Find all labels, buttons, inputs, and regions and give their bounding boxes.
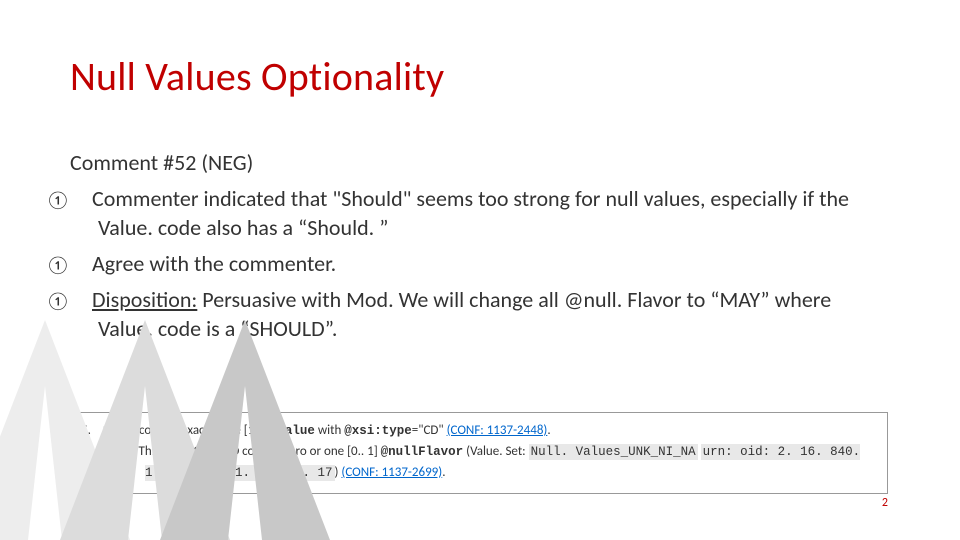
list-letter: a. [119, 444, 129, 459]
slide-title: Null Values Optionality [70, 52, 444, 101]
conf-link[interactable]: (CONF: 1137-2699) [341, 465, 442, 480]
text: contain exactly one [1.. 1] [136, 423, 277, 438]
text: ="CD" [412, 423, 447, 438]
bullet-text: Commenter indicated that "Should" seems … [92, 185, 849, 242]
conformance-row: 5. SHALL contain exactly one [1.. 1] valu… [81, 421, 877, 442]
value-set-name: Null. Values_UNK_NI_NA [529, 444, 698, 460]
conformance-row: a. This value SHOULD contain zero or one … [81, 442, 877, 484]
conformance-box: 5. SHALL contain exactly one [1.. 1] valu… [70, 412, 888, 494]
disposition-text: Persuasive with Mod. We will change all … [98, 286, 831, 343]
text: (Value. Set: [463, 444, 528, 459]
slide: Null Values Optionality Comment #52 (NEG… [0, 0, 960, 540]
code-token: @nullFlavor [381, 445, 464, 459]
keyword-should: SHOULD [194, 444, 239, 459]
slide-body: Comment #52 (NEG) ①Commenter indicated t… [70, 148, 890, 350]
code-token: @xsi:type [344, 424, 412, 438]
bullet-glyph-icon: ① [72, 289, 92, 313]
bullet-item: ①Disposition: Persuasive with Mod. We wi… [70, 285, 890, 344]
disposition-label: Disposition: [92, 286, 197, 313]
bullet-glyph-icon: ① [72, 188, 92, 212]
bullet-item: ①Commenter indicated that "Should" seems… [70, 184, 890, 243]
text: . [547, 423, 550, 438]
text: with [315, 423, 344, 438]
bullet-item: ①Agree with the commenter. [70, 249, 890, 279]
text: . [442, 465, 445, 480]
bullet-text: Agree with the commenter. [92, 250, 336, 277]
conf-link[interactable]: (CONF: 1137-2448) [447, 423, 548, 438]
text: This value [139, 444, 194, 459]
bullet-glyph-icon: ① [72, 253, 92, 277]
page-number: 2 [882, 496, 888, 510]
list-number: 5. [81, 423, 91, 438]
code-token: value [277, 424, 315, 438]
text: contain zero or one [0.. 1] [239, 444, 381, 459]
comment-heading: Comment #52 (NEG) [70, 148, 890, 178]
keyword-shall: SHALL [103, 423, 136, 438]
